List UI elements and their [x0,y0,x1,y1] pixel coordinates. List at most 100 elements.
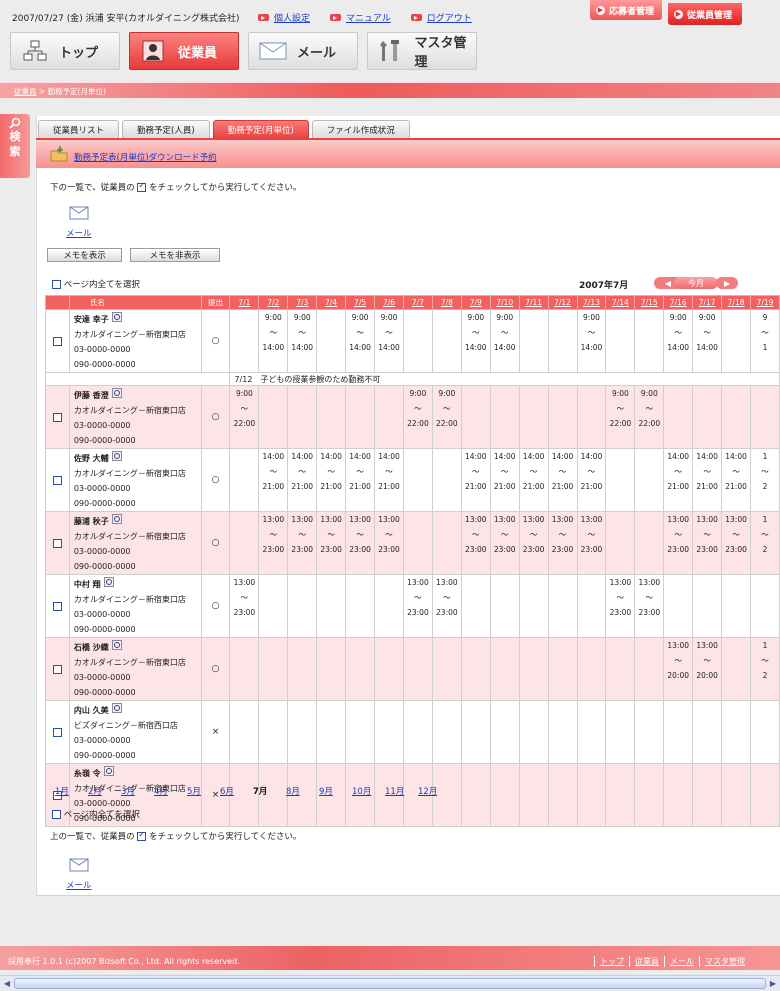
shift-cell[interactable] [576,700,607,764]
shift-cell[interactable] [374,700,404,764]
month-link[interactable]: 4月 [154,785,187,797]
memo-show-button[interactable]: メモを表示 [47,248,122,262]
header-date[interactable]: 7/5 [345,295,376,310]
shift-cell[interactable] [547,700,578,764]
shift-cell[interactable] [518,385,549,449]
row-checkbox-cell[interactable] [45,637,70,701]
month-link[interactable]: 10月 [352,785,385,797]
row-checkbox[interactable] [52,475,62,485]
shift-cell[interactable]: 14:00 ～ 21:00 [374,448,404,512]
search-side-tab[interactable]: 検 索 [0,114,30,178]
detail-magnifier-icon[interactable] [103,766,114,776]
row-checkbox[interactable] [52,601,62,611]
shift-cell[interactable]: 9:00 ～ 22:00 [402,385,433,449]
personal-settings-link[interactable]: 個人設定 [258,11,310,24]
select-all-top[interactable]: ページ内全てを選択 [52,278,140,290]
employee-management-tab[interactable]: ▶ 従業員管理 [668,3,742,25]
footer-link-master[interactable]: マスタ管理 [699,956,750,967]
shift-cell[interactable] [316,574,347,638]
shift-cell[interactable] [634,763,665,827]
shift-cell[interactable] [431,511,462,575]
shift-cell[interactable] [229,700,260,764]
shift-cell[interactable] [229,448,260,512]
shift-cell[interactable] [345,574,376,638]
shift-cell[interactable]: 14:00 ～ 21:00 [576,448,607,512]
shift-cell[interactable] [634,309,665,373]
shift-cell[interactable]: 14:00 ～ 21:00 [345,448,376,512]
month-link[interactable]: 2月 [88,785,121,797]
shift-cell[interactable]: 13:00 ～ 23:00 [374,511,404,575]
tab-schedule-staff[interactable]: 勤務予定(人員) [122,120,210,138]
shift-cell[interactable] [576,637,607,701]
shift-cell[interactable] [287,385,318,449]
shift-cell[interactable]: 9:00 ～ 14:00 [489,309,520,373]
shift-cell[interactable]: 14:00 ～ 21:00 [663,448,694,512]
month-link[interactable]: 8月 [286,785,319,797]
header-date[interactable]: 7/7 [402,295,433,310]
shift-cell[interactable] [634,448,665,512]
shift-cell[interactable] [663,385,694,449]
shift-cell[interactable]: 13:00 ～ 23:00 [316,511,347,575]
shift-cell[interactable]: 1 ～ 2 [750,448,780,512]
shift-cell[interactable]: 13:00 ～ 23:00 [287,511,318,575]
header-date[interactable]: 7/6 [374,295,404,310]
mail-link-bottom[interactable]: メール [66,879,92,891]
shift-cell[interactable] [663,574,694,638]
shift-cell[interactable] [402,700,433,764]
shift-cell[interactable]: 9:00 ～ 22:00 [605,385,636,449]
header-date[interactable]: 7/15 [634,295,665,310]
header-date[interactable]: 7/16 [663,295,694,310]
shift-cell[interactable]: 9:00 ～ 14:00 [663,309,694,373]
shift-cell[interactable] [460,700,491,764]
row-checkbox-cell[interactable] [45,574,70,638]
detail-magnifier-icon[interactable] [111,703,122,713]
nav-master-button[interactable]: マスタ管理 [367,32,477,70]
select-all-checkbox[interactable] [52,810,61,819]
row-checkbox[interactable] [52,664,62,674]
shift-cell[interactable]: 13:00 ～ 23:00 [576,511,607,575]
header-date[interactable]: 7/19 [750,295,780,310]
scroll-thumb[interactable] [14,978,766,989]
shift-cell[interactable] [431,700,462,764]
shift-cell[interactable] [431,637,462,701]
footer-link-mail[interactable]: メール [664,956,699,967]
shift-cell[interactable]: 9:00 ～ 14:00 [345,309,376,373]
shift-cell[interactable] [663,700,694,764]
shift-cell[interactable] [692,763,723,827]
shift-cell[interactable] [287,637,318,701]
detail-magnifier-icon[interactable] [111,388,122,398]
shift-cell[interactable] [692,700,723,764]
shift-cell[interactable] [518,700,549,764]
shift-cell[interactable] [345,700,376,764]
shift-cell[interactable]: 14:00 ～ 21:00 [460,448,491,512]
nav-employee-button[interactable]: 従業員 [129,32,239,70]
shift-cell[interactable]: 13:00 ～ 20:00 [663,637,694,701]
shift-cell[interactable]: 9:00 ～ 14:00 [374,309,404,373]
shift-cell[interactable] [229,637,260,701]
header-date[interactable]: 7/14 [605,295,636,310]
month-link[interactable]: 3月 [121,785,154,797]
shift-cell[interactable] [345,637,376,701]
shift-cell[interactable]: 13:00 ～ 23:00 [605,574,636,638]
shift-cell[interactable] [605,511,636,575]
header-date[interactable]: 7/10 [489,295,520,310]
shift-cell[interactable] [576,574,607,638]
shift-cell[interactable] [316,637,347,701]
shift-cell[interactable] [374,574,404,638]
detail-magnifier-icon[interactable] [103,577,114,587]
mail-icon[interactable] [69,206,89,220]
shift-cell[interactable] [460,637,491,701]
shift-cell[interactable]: 9 ～ 1 [750,309,780,373]
logout-link[interactable]: ログアウト [410,11,472,24]
shift-cell[interactable]: 13:00 ～ 23:00 [229,574,260,638]
shift-cell[interactable] [345,385,376,449]
header-date[interactable]: 7/4 [316,295,347,310]
shift-cell[interactable] [518,763,549,827]
nav-mail-button[interactable]: メール [248,32,358,70]
shift-cell[interactable]: 9:00 ～ 22:00 [229,385,260,449]
row-checkbox[interactable] [52,538,62,548]
header-date[interactable]: 7/17 [692,295,723,310]
shift-cell[interactable]: 13:00 ～ 23:00 [489,511,520,575]
shift-cell[interactable] [402,637,433,701]
shift-cell[interactable]: 9:00 ～ 14:00 [692,309,723,373]
